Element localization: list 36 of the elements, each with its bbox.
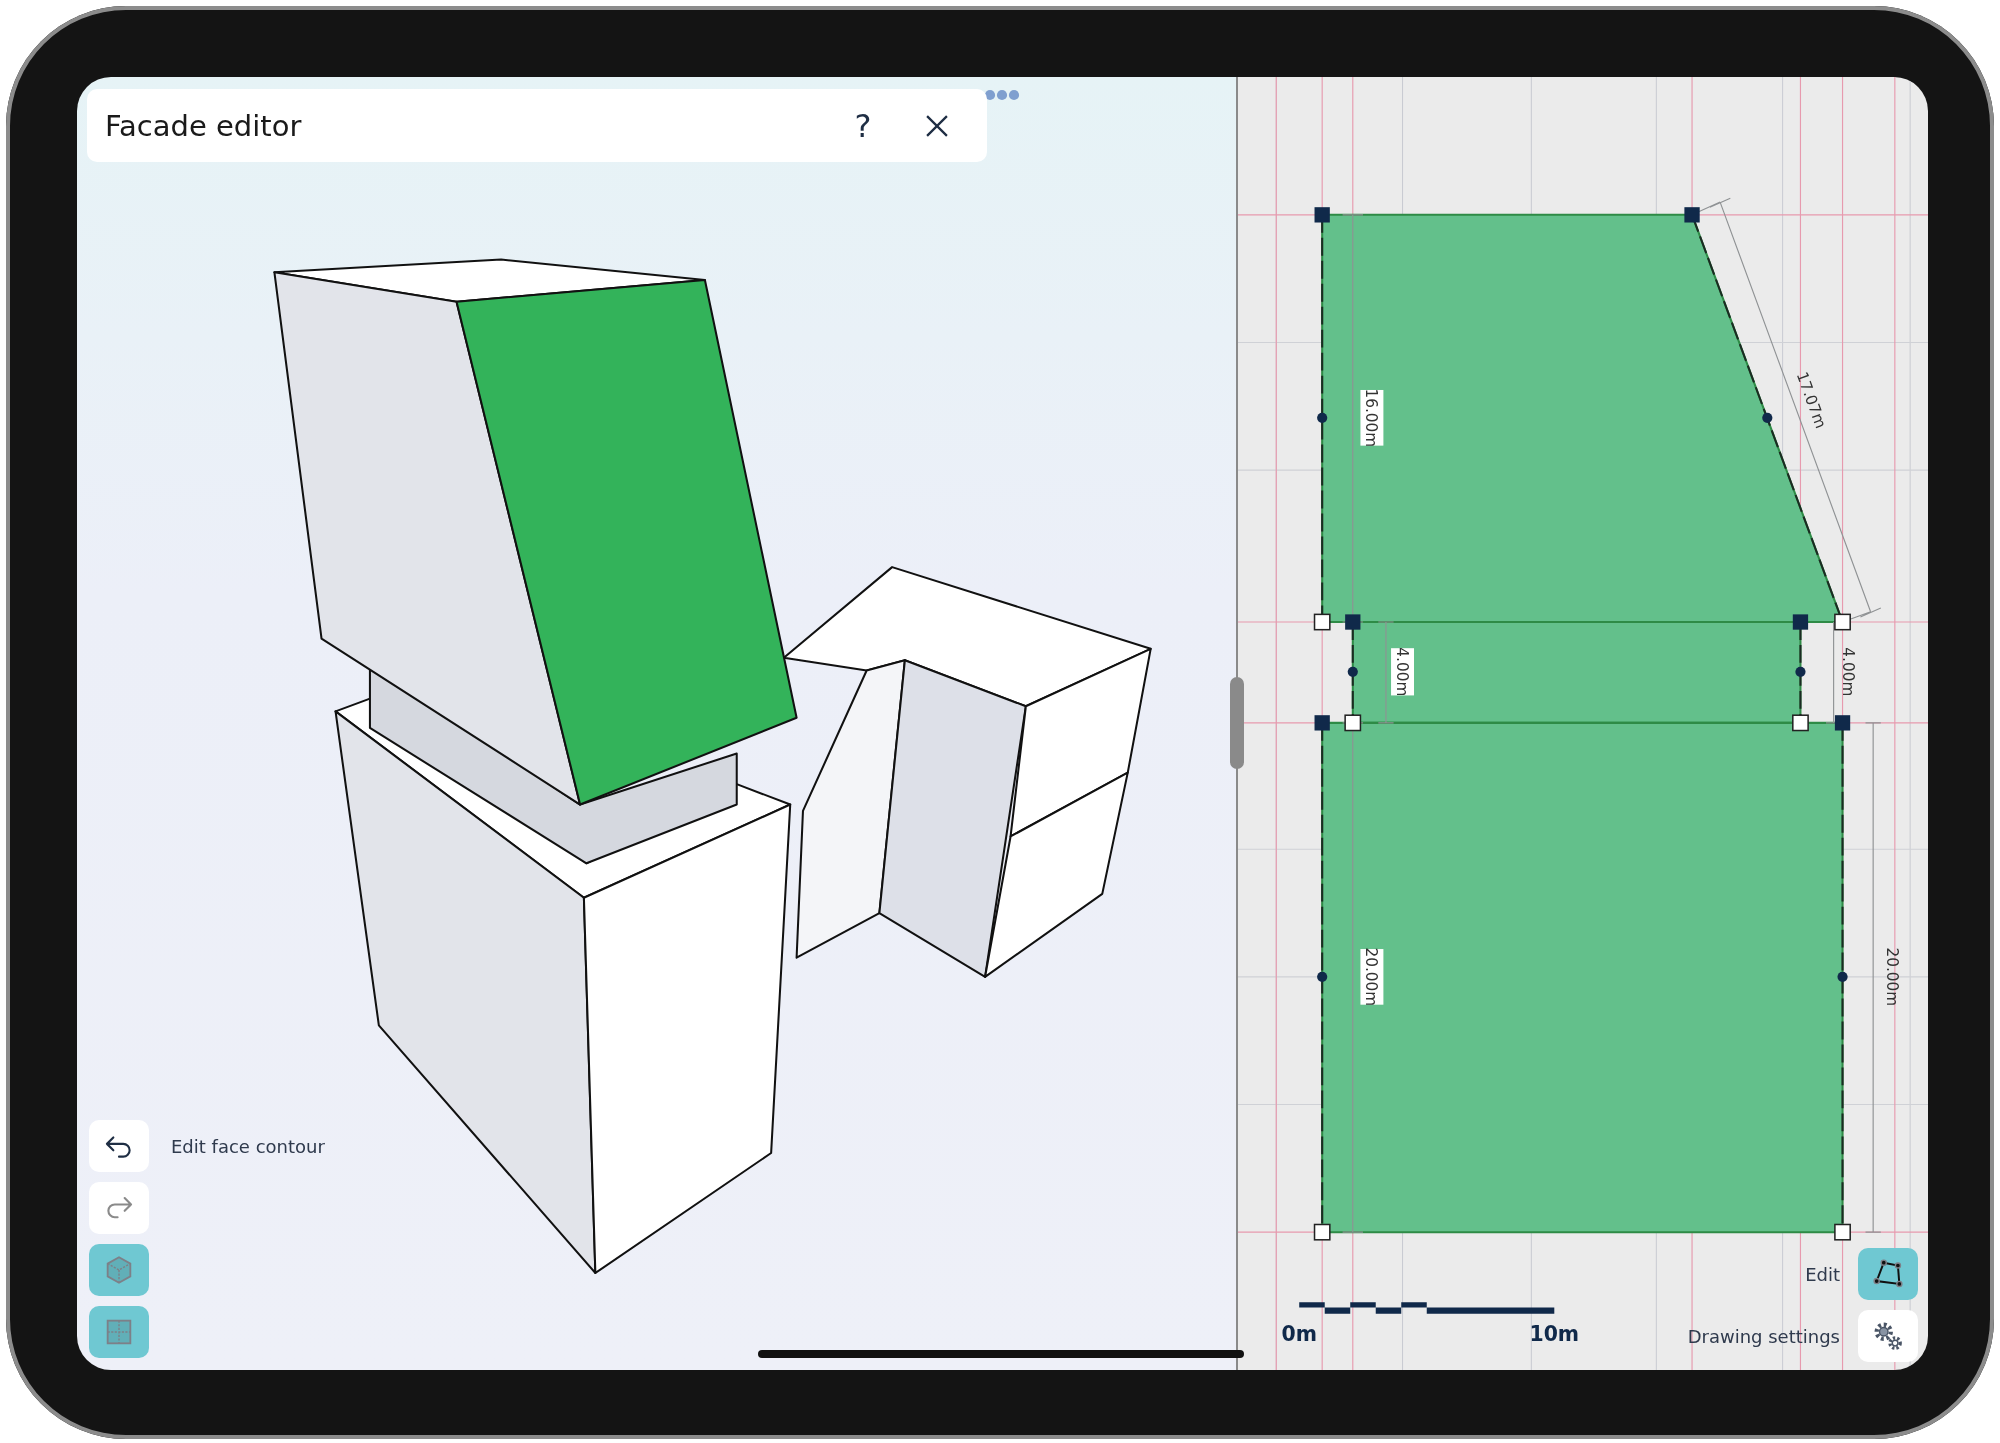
midpoint-handle[interactable] (1347, 666, 1358, 677)
edit-button[interactable] (1858, 1248, 1918, 1300)
dimension-label: 20.00m (1882, 947, 1901, 1007)
scale-label: 10m (1529, 1321, 1580, 1346)
3d-view-button[interactable] (89, 1244, 149, 1296)
2d-view-button[interactable] (89, 1306, 149, 1358)
window-title: Facade editor (105, 108, 303, 143)
undo-button[interactable] (89, 1120, 149, 1172)
vertex-handle[interactable] (1345, 614, 1361, 630)
help-button[interactable]: ? (837, 99, 889, 152)
vertex-handle[interactable] (1313, 1223, 1331, 1241)
dimension-label: 4.00m (1839, 647, 1858, 697)
vertex-handle[interactable] (1834, 715, 1851, 731)
hint-label: Edit face contour (171, 1135, 325, 1157)
vertex-handle[interactable] (1684, 207, 1700, 223)
vertex-handle[interactable] (1792, 714, 1809, 732)
vertex-handle[interactable] (1313, 613, 1331, 631)
midpoint-handle[interactable] (1317, 971, 1328, 982)
button-label: Edit (1805, 1263, 1840, 1285)
vertex-handle[interactable] (1314, 207, 1330, 223)
drawing-settings-button[interactable] (1858, 1310, 1918, 1362)
dimension-label: 4.00m (1391, 647, 1414, 697)
vertex-handle[interactable] (1314, 715, 1330, 731)
midpoint-handle[interactable] (1795, 666, 1806, 677)
dimension-label: 16.00m (1360, 388, 1384, 448)
midpoint-handle[interactable] (1837, 971, 1848, 982)
scale-label: 0m (1281, 1321, 1317, 1346)
midpoint-handle[interactable] (1762, 412, 1773, 423)
split-handle[interactable] (1230, 677, 1244, 769)
vertex-handle[interactable] (1834, 613, 1851, 631)
button-label: Drawing settings (1687, 1325, 1840, 1347)
midpoint-handle[interactable] (1317, 412, 1328, 423)
vertex-handle[interactable] (1344, 714, 1362, 732)
vertex-handle[interactable] (1834, 1223, 1851, 1241)
dimension-label: 20.00m (1360, 947, 1384, 1007)
more-icon (984, 89, 1020, 101)
